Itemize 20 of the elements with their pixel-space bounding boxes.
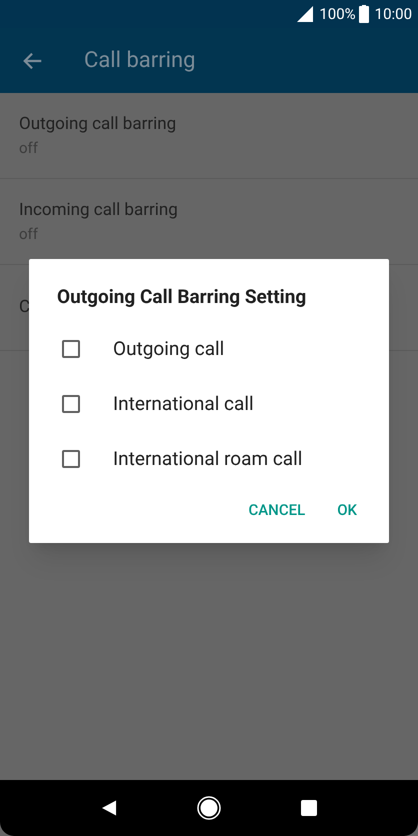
home-button[interactable] xyxy=(196,796,220,820)
back-nav-button[interactable] xyxy=(102,800,116,816)
option-label: International roam call xyxy=(113,446,302,472)
item-title: Outgoing call barring xyxy=(19,112,176,136)
item-title: C xyxy=(19,296,30,319)
checkbox[interactable] xyxy=(62,340,80,358)
dialog-button[interactable]: CANCEL xyxy=(236,492,318,528)
battery-icon xyxy=(358,5,369,23)
signal-icon xyxy=(297,6,314,22)
dialog-title: Outgoing Call Barring Setting xyxy=(56,284,308,310)
battery-percent: 100% xyxy=(319,4,356,25)
recents-button[interactable] xyxy=(300,800,316,816)
clock: 10:00 xyxy=(374,4,412,25)
item-title: Incoming call barring xyxy=(19,198,178,222)
option-label: International call xyxy=(113,390,254,417)
checkbox[interactable] xyxy=(62,450,80,468)
option-label: Outgoing call xyxy=(113,336,224,362)
screen-title: Call barring xyxy=(84,47,196,75)
dialog-button[interactable]: OK xyxy=(325,492,369,528)
checkbox[interactable] xyxy=(62,395,80,413)
